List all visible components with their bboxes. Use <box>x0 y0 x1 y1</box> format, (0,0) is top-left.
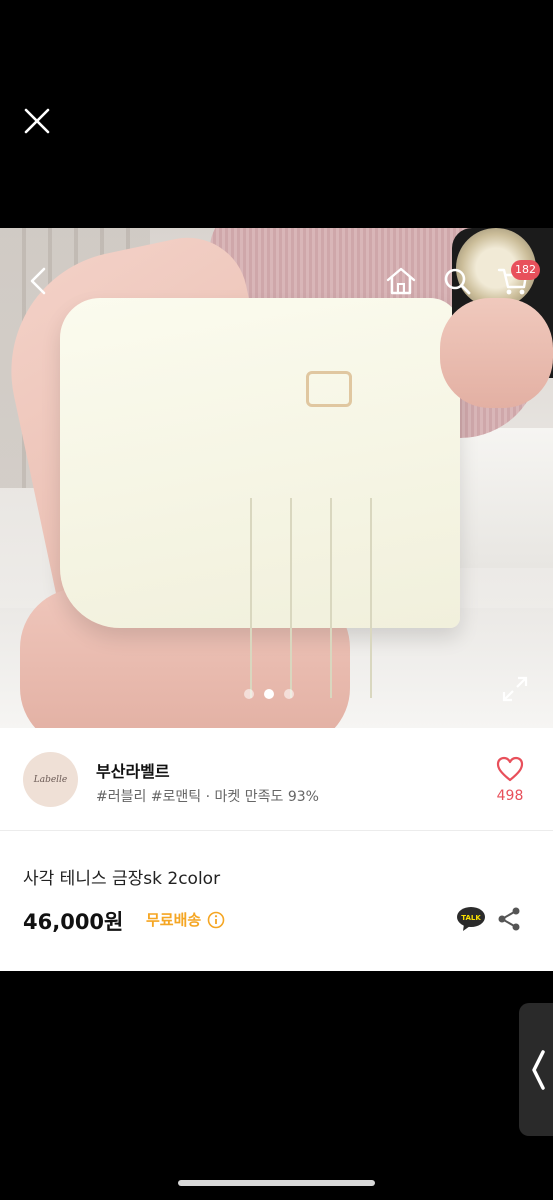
product-image[interactable]: 182 <box>0 228 553 728</box>
expand-icon <box>502 676 528 702</box>
kakao-talk-button[interactable]: TALK <box>456 906 486 932</box>
heart-icon <box>496 756 524 782</box>
talk-icon: TALK <box>457 907 485 931</box>
photo-buckle <box>306 371 352 407</box>
search-button[interactable] <box>440 264 474 298</box>
photo-hand <box>440 298 553 408</box>
home-icon <box>386 267 416 295</box>
search-icon <box>444 268 471 295</box>
carousel-dot-active[interactable] <box>264 689 274 699</box>
carousel-dot[interactable] <box>284 689 294 699</box>
share-icon <box>498 907 520 931</box>
skirt-pleat <box>290 498 292 698</box>
divider <box>0 830 553 831</box>
cart-count-badge: 182 <box>511 260 540 280</box>
talk-label: TALK <box>461 914 481 922</box>
seller-avatar[interactable]: Labelle <box>23 752 78 807</box>
expand-image-button[interactable] <box>500 674 530 704</box>
product-title: 사각 테니스 금장sk 2color <box>23 869 221 889</box>
like-button[interactable] <box>496 756 524 782</box>
back-button[interactable] <box>26 266 52 296</box>
skirt-pleat <box>250 498 252 698</box>
skirt-pleat <box>330 498 332 698</box>
home-indicator[interactable] <box>178 1180 375 1186</box>
chevron-left-icon <box>532 1050 545 1090</box>
carousel-indicator <box>244 689 294 699</box>
skirt-pleat <box>370 498 372 698</box>
share-button[interactable] <box>496 906 522 932</box>
product-price: 46,000원 <box>23 910 124 934</box>
home-button[interactable] <box>384 264 418 298</box>
free-shipping-label: 무료배송 <box>146 911 202 929</box>
seller-name[interactable]: 부산라벨르 <box>96 758 170 782</box>
seller-avatar-text: Labelle <box>33 774 68 785</box>
info-icon[interactable] <box>207 911 225 929</box>
close-icon <box>24 108 50 134</box>
close-button[interactable] <box>18 102 56 140</box>
photo-skirt <box>60 298 460 698</box>
shipping-info: 무료배송 <box>146 909 225 930</box>
like-count: 498 <box>496 788 524 804</box>
carousel-dot[interactable] <box>244 689 254 699</box>
seller-tags: #러블리 #로맨틱 · 마켓 만족도 93% <box>96 789 319 805</box>
back-icon <box>30 267 46 295</box>
product-info-panel: Labelle 부산라벨르 #러블리 #로맨틱 · 마켓 만족도 93% 498… <box>0 728 553 971</box>
